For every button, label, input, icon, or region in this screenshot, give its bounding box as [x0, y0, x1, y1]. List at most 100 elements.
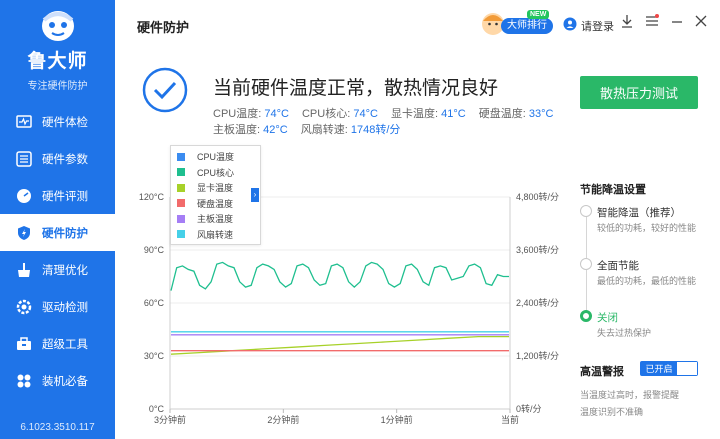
topbar: 硬件防护 大师排行 NEW 请登录: [115, 0, 720, 50]
ranking-label: 大师排行: [501, 18, 553, 34]
y-right-tick-label: 1,200转/分: [516, 350, 559, 361]
page-title: 硬件防护: [137, 20, 190, 35]
legend-swatch: [177, 230, 185, 239]
temps-row-1: CPU温度: 74°C CPU核心: 74°C 显卡温度: 41°C 硬盘温度:…: [213, 105, 563, 121]
radio-off[interactable]: [580, 310, 592, 322]
sidebar-item-hardware-checkup[interactable]: 硬件体检: [0, 103, 115, 140]
sidebar-item-hardware-benchmark[interactable]: 硬件评测: [0, 177, 115, 214]
option-connector-line: [586, 270, 587, 311]
option-full-saving-label[interactable]: 全面节能: [597, 258, 639, 273]
legend-item-cpu-temp[interactable]: CPU温度: [177, 149, 260, 165]
series-line-显卡温度: [170, 335, 509, 355]
monitor-pulse-icon: [16, 114, 32, 130]
option-connector-line: [586, 216, 587, 258]
logo: 鲁大师 专注硬件防护: [0, 8, 115, 92]
minimize-icon[interactable]: [671, 14, 683, 31]
legend-item-board-temp[interactable]: 主板温度: [177, 211, 260, 227]
cpu-core-label: CPU核心:: [301, 108, 351, 120]
version-text: 6.1023.3510.117: [20, 422, 95, 433]
broom-icon: [16, 262, 32, 278]
legend-item-fan-speed[interactable]: 风扇转速: [177, 227, 260, 243]
sidebar-item-label: 硬件体检: [42, 116, 88, 129]
x-tick-label: 当前: [501, 414, 519, 425]
menu-icon[interactable]: [645, 14, 659, 31]
y-right-tick-label: 4,800转/分: [516, 191, 559, 202]
sidebar-item-label: 超级工具: [42, 338, 88, 351]
legend-label: CPU核心: [197, 167, 235, 178]
x-tick-label: 2分钟前: [267, 414, 299, 425]
option-smart-cooling-desc: 较低的功耗，较好的性能: [597, 223, 697, 233]
new-badge: NEW: [527, 10, 550, 19]
sidebar-item-super-tools[interactable]: 超级工具: [0, 325, 115, 362]
gpu-temp-label: 显卡温度:: [390, 108, 439, 120]
alert-desc-2: 温度识别不准确: [580, 407, 644, 417]
close-icon[interactable]: [695, 14, 707, 31]
shield-bolt-icon: [16, 225, 32, 241]
sidebar-item-label: 驱动检测: [42, 301, 88, 314]
sidebar-item-cleanup[interactable]: 清理优化: [0, 251, 115, 288]
y-left-tick-label: 60°C: [144, 298, 165, 308]
toggle-off-area: [677, 362, 697, 375]
sidebar-item-label: 硬件评测: [42, 190, 88, 203]
legend-item-disk-temp[interactable]: 硬盘温度: [177, 196, 260, 212]
y-right-tick-label: 0转/分: [516, 403, 542, 414]
gauge-icon: [16, 188, 32, 204]
sidebar-nav: 硬件体检 硬件参数 硬件评测 硬件防护 清理优化 驱动检测 超级工具 装机必备: [0, 103, 115, 399]
sidebar-item-driver-check[interactable]: 驱动检测: [0, 288, 115, 325]
app-subtitle: 专注硬件防护: [27, 81, 88, 92]
sidebar-item-essentials[interactable]: 装机必备: [0, 362, 115, 399]
legend-label: 主板温度: [197, 214, 234, 225]
login-button[interactable]: 请登录: [563, 17, 614, 34]
legend-item-cpu-core[interactable]: CPU核心: [177, 165, 260, 181]
app-name: 鲁大师: [27, 51, 88, 72]
radio-smart-cooling[interactable]: [580, 205, 592, 217]
fan-speed-label: 风扇转速:: [300, 124, 348, 136]
fan-speed-value: 1748转/分: [350, 124, 401, 136]
power-settings-title: 节能降温设置: [580, 184, 646, 196]
gear-icon: [16, 299, 32, 315]
cpu-core-value: 74°C: [353, 108, 378, 120]
series-line-CPU核心: [170, 261, 509, 291]
option-full-saving-desc: 最低的功耗，最低的性能: [597, 276, 697, 286]
legend-swatch: [177, 183, 185, 192]
x-tick-label: 3分钟前: [154, 414, 186, 425]
y-left-tick-label: 90°C: [144, 245, 165, 255]
y-left-tick-label: 30°C: [144, 351, 165, 361]
disk-temp-value: 33°C: [528, 108, 554, 120]
option-off-desc: 失去过热保护: [597, 328, 652, 338]
status-ok-icon: [142, 67, 188, 113]
y-right-tick-label: 2,400转/分: [516, 297, 559, 308]
legend-label: 风扇转速: [197, 229, 234, 240]
sidebar-item-hardware-params[interactable]: 硬件参数: [0, 140, 115, 177]
high-temp-alert-toggle[interactable]: 已开启: [640, 361, 698, 376]
legend-collapse-button[interactable]: ›: [251, 188, 259, 202]
toolbox-icon: [16, 336, 32, 352]
disk-temp-label: 硬盘温度:: [478, 108, 526, 120]
status-title: 当前硬件温度正常，散热情况良好: [213, 78, 499, 99]
download-icon[interactable]: [621, 14, 633, 31]
sidebar-item-hardware-protection[interactable]: 硬件防护: [0, 214, 115, 251]
option-smart-cooling-label[interactable]: 智能降温（推荐）: [597, 205, 681, 220]
master-lu-logo-icon: [38, 8, 78, 42]
sidebar-item-label: 装机必备: [42, 375, 88, 388]
option-off-label[interactable]: 关闭: [597, 310, 618, 325]
y-left-tick-label: 0°C: [149, 404, 165, 414]
legend-item-gpu-temp[interactable]: 显卡温度: [177, 180, 260, 196]
legend-label: CPU温度: [197, 152, 235, 163]
board-temp-label: 主板温度:: [213, 124, 261, 136]
radio-full-saving[interactable]: [580, 258, 592, 270]
master-ranking-button[interactable]: 大师排行 NEW: [481, 10, 563, 36]
stress-test-button[interactable]: 散热压力测试: [580, 76, 698, 109]
cpu-temp-value: 74°C: [264, 108, 289, 120]
gpu-temp-value: 41°C: [441, 108, 466, 120]
toggle-on-label: 已开启: [641, 362, 677, 375]
apps-icon: [16, 373, 32, 389]
legend-swatch: [177, 152, 185, 161]
cpu-temp-label: CPU温度:: [213, 108, 262, 120]
legend-swatch: [177, 214, 185, 223]
temps-row-2: 主板温度: 42°C 风扇转速: 1748转/分: [213, 121, 410, 137]
chart-legend: CPU温度 CPU核心 显卡温度 硬盘温度 主板温度 风扇转速: [170, 145, 261, 245]
legend-swatch: [177, 168, 185, 177]
legend-label: 硬盘温度: [197, 198, 234, 209]
login-label: 请登录: [581, 20, 614, 33]
